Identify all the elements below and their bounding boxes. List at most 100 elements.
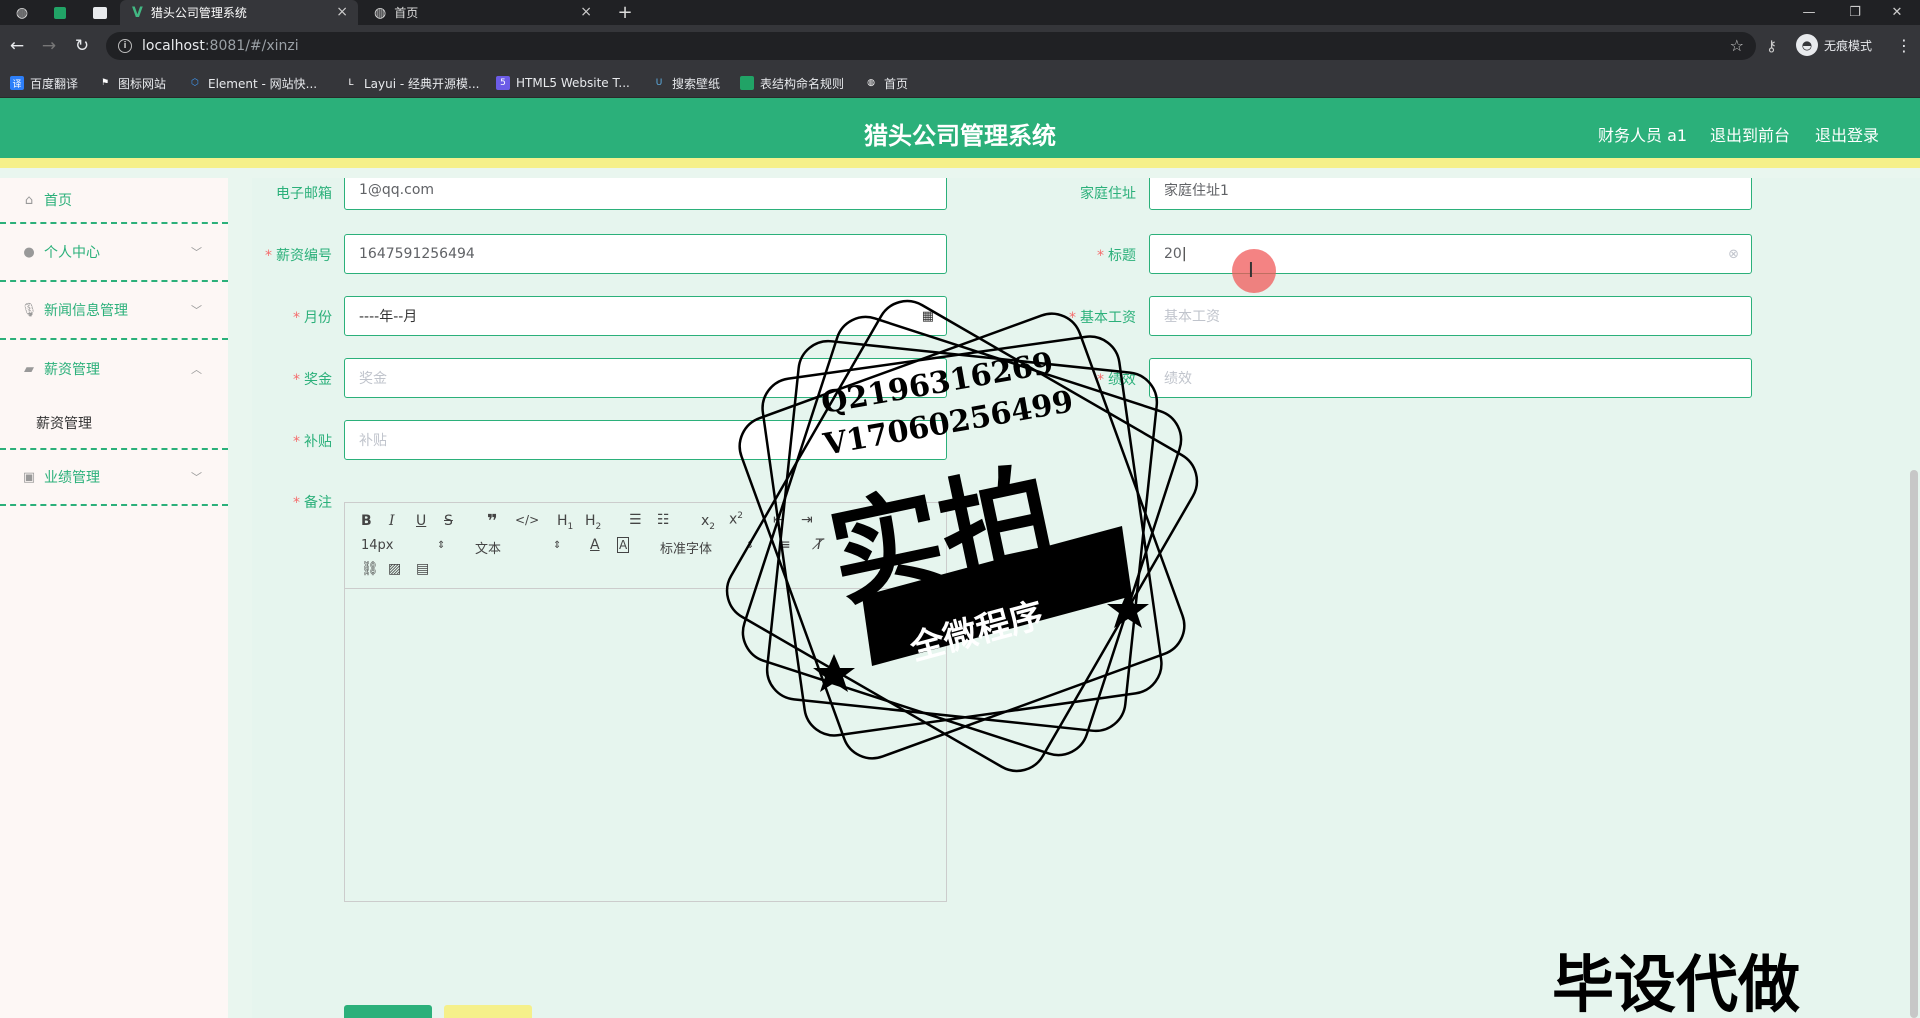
sidebar-item-news[interactable]: 🎙︎ 新闻信息管理 ﹀ — [0, 282, 228, 340]
base-salary-input[interactable]: 基本工资 — [1149, 296, 1752, 336]
link-icon[interactable]: ⛓ — [361, 561, 379, 577]
chevron-down-icon: ﹀ — [191, 471, 202, 484]
menu-icon[interactable]: ⋮ — [1896, 36, 1912, 55]
bookmark-item[interactable]: ◍ 首页 — [864, 74, 908, 92]
field-label: * 补贴 — [293, 434, 332, 450]
bookmark-item[interactable]: ꓴ 搜索壁纸 — [652, 74, 720, 92]
close-icon[interactable]: × — [580, 4, 592, 20]
pinned-tab-3[interactable] — [84, 0, 116, 25]
quote-icon[interactable]: ❞ — [487, 511, 498, 532]
bookmark-item[interactable]: 译百度翻译 — [10, 74, 78, 92]
browser-toolbar: ← → ↻ i localhost:8081/#/xinzi ☆ ⚷ ◓ 无痕模… — [0, 25, 1920, 68]
watermark-bottom: 毕设代做 — [1552, 948, 1801, 1018]
browser-tab-bar: ◍ V 猎头公司管理系统 × ◍ 首页 × + — ❐ ✕ — [0, 0, 1920, 25]
bold-icon[interactable]: B — [361, 513, 372, 529]
field-label: * 薪资编号 — [265, 248, 332, 264]
incognito-icon: ◓ — [1796, 34, 1818, 56]
field-label: * 月份 — [293, 310, 332, 326]
close-icon[interactable]: × — [336, 4, 348, 20]
star-icon[interactable]: ☆ — [1730, 36, 1744, 55]
home-icon: ⌂ — [24, 192, 34, 208]
heading1-icon[interactable]: H1 — [557, 513, 573, 532]
restore-button[interactable]: ❐ — [1832, 0, 1878, 25]
tab-title: 首页 — [394, 6, 419, 20]
updown-icon: ⇕ — [437, 540, 446, 551]
globe-icon: ◍ — [867, 78, 875, 88]
ordered-list-icon[interactable]: ☰ — [629, 512, 642, 528]
sidebar-item-salary[interactable]: ▰ 薪资管理 ︿ — [0, 340, 228, 398]
back-button[interactable]: ← — [6, 35, 28, 57]
heading2-icon[interactable]: H2 — [585, 513, 601, 532]
minimize-button[interactable]: — — [1786, 0, 1832, 25]
watermark-stamp: Q2196316269 V17060256499 实拍 全微程序 — [722, 296, 1202, 776]
image-icon[interactable]: ▨ — [388, 561, 401, 577]
new-tab-button[interactable]: + — [612, 0, 638, 25]
tab-active[interactable]: V 猎头公司管理系统 × — [120, 0, 358, 25]
microphone-icon: 🎙︎ — [20, 302, 38, 318]
font-color-icon[interactable]: A — [590, 537, 600, 553]
strike-icon[interactable]: S — [444, 513, 453, 529]
sidebar-subitem-salary[interactable]: 薪资管理 — [0, 398, 228, 450]
clipboard-icon: ▣ — [22, 469, 36, 485]
chevron-down-icon: ﹀ — [191, 304, 202, 317]
html5-icon: 5 — [496, 76, 510, 90]
chevron-down-icon: ﹀ — [191, 246, 202, 259]
font-size-select[interactable]: 14px ⇕ — [361, 538, 451, 553]
bookmark-item[interactable]: ⚑ 图标网站 — [98, 74, 166, 92]
address-bar[interactable]: i localhost:8081/#/xinzi ☆ — [106, 32, 1756, 60]
field-label: * 标题 — [1097, 248, 1136, 264]
flag-icon: ⚑ — [100, 78, 110, 88]
submit-button[interactable] — [344, 1005, 432, 1018]
clear-icon[interactable]: ⊗ — [1728, 247, 1739, 262]
sidebar-item-home[interactable]: ⌂ 首页 — [0, 178, 228, 224]
field-label: * 备注 — [293, 495, 332, 511]
cancel-button[interactable] — [444, 1005, 532, 1018]
bookmark-item[interactable]: ꓡ Layui - 经典开源模... — [344, 74, 479, 92]
pinned-tab-1[interactable]: ◍ — [6, 0, 38, 25]
video-icon[interactable]: ▤ — [416, 561, 429, 577]
wallpaper-icon: ꓴ — [655, 78, 663, 88]
block-type-select[interactable]: 文本 ⇕ — [475, 538, 565, 557]
exit-to-front-link[interactable]: 退出到前台 — [1710, 122, 1790, 146]
tab-home[interactable]: ◍ 首页 × — [362, 0, 602, 25]
click-indicator — [1232, 249, 1276, 293]
tab-title: 猎头公司管理系统 — [150, 6, 247, 20]
address-field[interactable]: 家庭住址1 — [1149, 178, 1752, 210]
logout-link[interactable]: 退出登录 — [1815, 122, 1879, 146]
code-icon[interactable]: </> — [515, 513, 539, 527]
info-icon[interactable]: i — [118, 39, 132, 53]
forward-button[interactable]: → — [38, 35, 60, 57]
element-icon: ⬡ — [191, 78, 199, 88]
bookmark-item[interactable]: ⬡ Element - 网站快... — [188, 74, 317, 92]
url-text: localhost:8081/#/xinzi — [142, 38, 299, 54]
bookmark-item[interactable]: 表结构命名规则 — [740, 74, 844, 92]
briefcase-icon: ▰ — [24, 361, 34, 377]
globe-icon: ◍ — [15, 4, 29, 21]
incognito-indicator[interactable]: ◓ 无痕模式 — [1796, 34, 1872, 56]
salary-number-field[interactable]: 1647591256494 — [344, 234, 947, 274]
bookmarks-bar: 译百度翻译 ⚑ 图标网站 ⬡ Element - 网站快... ꓡ Layui - 经… — [0, 68, 1920, 98]
merit-input[interactable]: 绩效 — [1149, 358, 1752, 398]
key-icon[interactable]: ⚷ — [1766, 37, 1777, 55]
field-label: * 奖金 — [293, 372, 332, 388]
text-cursor-icon: I — [1248, 258, 1254, 282]
sheet-icon — [54, 6, 66, 19]
scrollbar[interactable] — [1910, 470, 1918, 1018]
close-window-button[interactable]: ✕ — [1874, 0, 1920, 25]
reload-button[interactable]: ↻ — [71, 35, 93, 57]
globe-icon: ◍ — [374, 4, 387, 21]
pinned-tab-2[interactable] — [44, 0, 76, 25]
sidebar-item-profile[interactable]: ● 个人中心 ﹀ — [0, 224, 228, 282]
bookmark-item[interactable]: 5 HTML5 Website T... — [496, 74, 630, 92]
background-color-icon[interactable]: A — [617, 537, 630, 553]
bullet-list-icon[interactable]: ☷ — [657, 512, 670, 528]
subscript-icon[interactable]: x2 — [701, 513, 715, 532]
vue-icon: V — [132, 4, 143, 21]
italic-icon[interactable]: I — [389, 513, 395, 529]
updown-icon: ⇕ — [553, 540, 562, 551]
layui-icon: ꓡ — [348, 78, 354, 88]
user-icon: ● — [23, 244, 35, 260]
sidebar-item-performance[interactable]: ▣ 业绩管理 ﹀ — [0, 450, 228, 506]
underline-icon[interactable]: U — [416, 513, 426, 529]
email-field[interactable]: 1@qq.com — [344, 178, 947, 210]
